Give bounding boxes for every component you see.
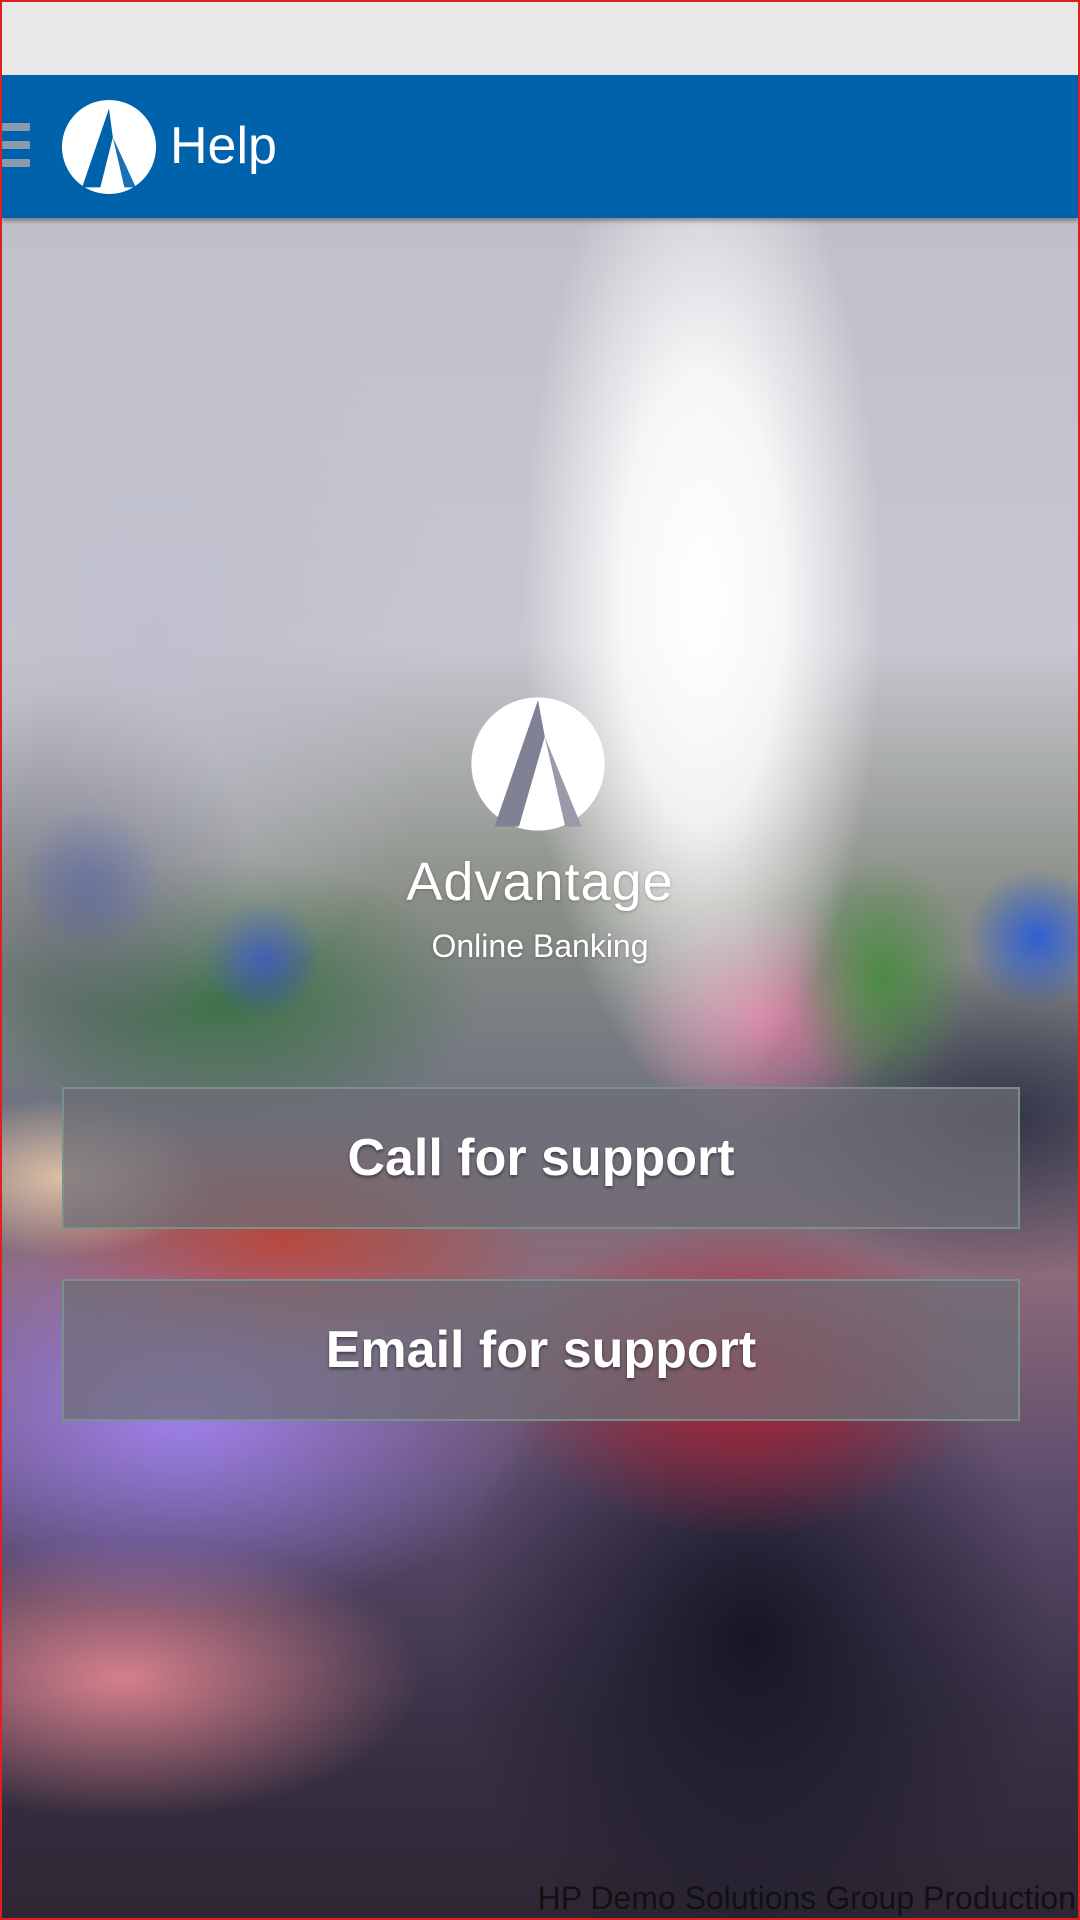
screen: Help Advantage Online Banking Call for s… — [0, 0, 1080, 1920]
footer-credit: HP Demo Solutions Group Production — [537, 1880, 1076, 1916]
call-support-button[interactable]: Call for support — [62, 1087, 1020, 1229]
brand-subtitle: Online Banking — [431, 928, 649, 964]
blurred-background-image — [2, 218, 1078, 1918]
brand-name: Advantage — [406, 852, 674, 912]
page-title: Help — [170, 117, 277, 175]
advantage-logo-icon — [61, 99, 157, 195]
advantage-logo-icon — [471, 697, 605, 831]
hamburger-menu-icon[interactable] — [2, 123, 32, 167]
email-support-button[interactable]: Email for support — [62, 1279, 1020, 1421]
status-bar — [2, 2, 1078, 75]
app-bar: Help — [2, 75, 1078, 218]
